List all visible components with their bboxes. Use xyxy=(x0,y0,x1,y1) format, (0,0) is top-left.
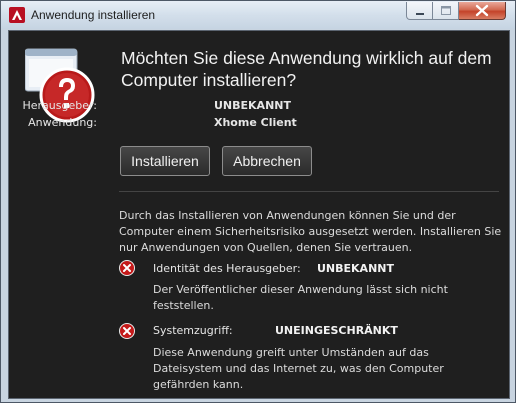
window-title: Anwendung installieren xyxy=(31,8,156,22)
install-button[interactable]: Installieren xyxy=(120,146,210,176)
dialog-headline: Möchten Sie diese Anwendung wirklich auf… xyxy=(121,48,492,90)
adobe-air-icon xyxy=(9,7,25,23)
publisher-identity-value: UNBEKANNT xyxy=(317,262,394,275)
application-label: Anwendung: xyxy=(28,116,97,129)
publisher-identity-label: Identität des Herausgeber: xyxy=(153,262,301,275)
minimize-icon xyxy=(416,13,424,15)
system-access-label: Systemzugriff: xyxy=(153,324,233,337)
installer-window: Anwendung installieren Möchten Sie diese… xyxy=(0,0,516,403)
section-divider xyxy=(119,191,499,192)
close-button[interactable] xyxy=(459,2,506,20)
title-bar[interactable]: Anwendung installieren xyxy=(1,1,515,29)
maximize-button[interactable] xyxy=(433,2,459,20)
publisher-identity-description: Der Veröffentlicher dieser Anwendung läs… xyxy=(153,283,448,312)
maximize-icon xyxy=(441,6,451,15)
application-value: Xhome Client xyxy=(214,116,297,129)
system-access-description: Diese Anwendung greift unter Umständen a… xyxy=(153,346,444,391)
close-icon xyxy=(475,4,489,17)
dialog-content: Möchten Sie diese Anwendung wirklich auf… xyxy=(8,30,510,399)
question-mark-warning-icon xyxy=(25,48,95,123)
publisher-value: UNBEKANNT xyxy=(214,99,291,112)
security-risk-text: Durch das Installieren von Anwendungen k… xyxy=(119,209,502,254)
minimize-button[interactable] xyxy=(406,2,433,20)
system-access-value: UNEINGESCHRÄNKT xyxy=(275,324,398,337)
error-x-icon xyxy=(119,260,135,276)
error-x-icon xyxy=(119,323,135,339)
publisher-label: Herausgeber: xyxy=(22,99,97,112)
cancel-button[interactable]: Abbrechen xyxy=(222,146,312,176)
